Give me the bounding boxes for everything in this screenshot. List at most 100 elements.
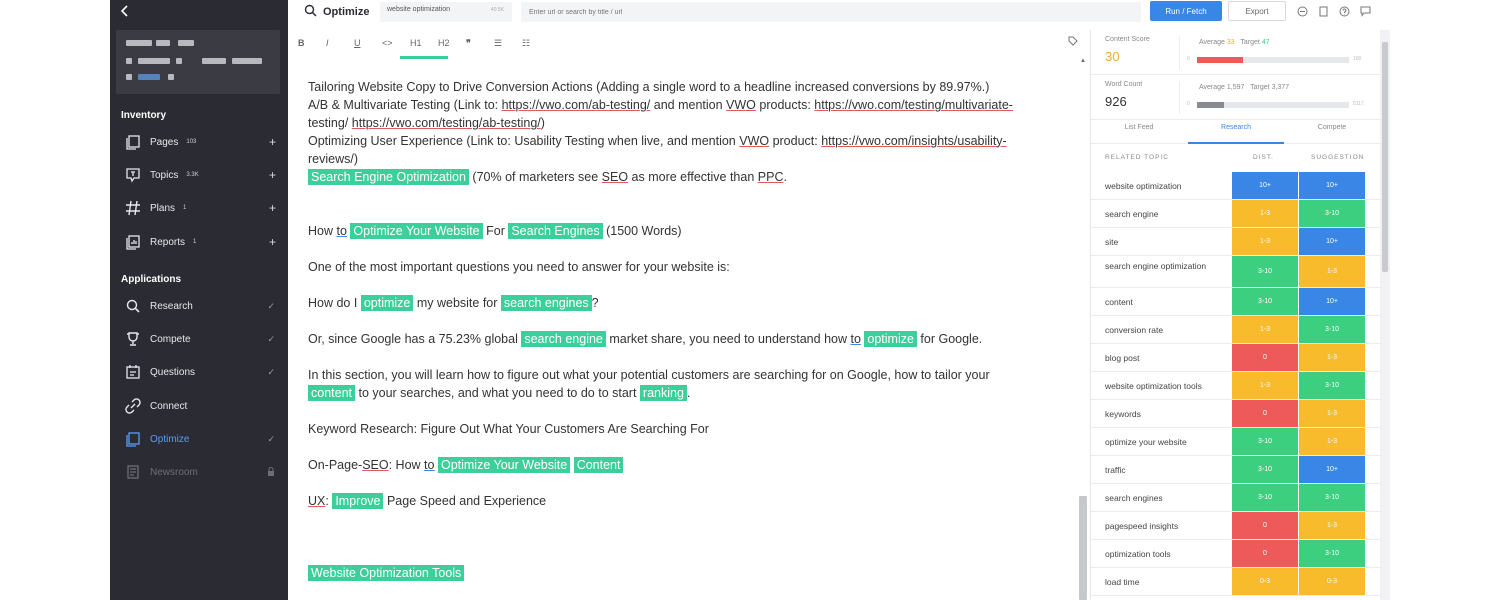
sidebar-item-label: Newsroom [150, 466, 198, 478]
table-row[interactable]: optimize your website 3-10 1-3 [1091, 428, 1380, 456]
export-button[interactable]: Export [1228, 1, 1286, 21]
table-row[interactable]: content 3-10 10+ [1091, 288, 1380, 316]
keyword-highlight[interactable]: Optimize Your Website [437, 457, 571, 473]
bold-icon[interactable]: B [298, 38, 326, 48]
scrollbar-thumb[interactable] [1382, 42, 1388, 272]
add-topic-icon[interactable]: + [269, 168, 276, 182]
chat-icon[interactable] [1359, 5, 1371, 17]
sidebar-item-questions[interactable]: Questions ✓ [110, 358, 288, 386]
table-row[interactable]: search engines 3-10 3-10 [1091, 484, 1380, 512]
text-run: product: [769, 134, 822, 148]
text-run: How [308, 224, 337, 238]
sidebar-item-compete[interactable]: Compete ✓ [110, 325, 288, 353]
run-fetch-button[interactable]: Run / Fetch [1150, 1, 1222, 21]
target-value: 3,377 [1271, 84, 1290, 91]
redacted-text [138, 58, 170, 64]
content-editor[interactable]: Tailoring Website Copy to Drive Conversi… [288, 56, 1078, 600]
table-row[interactable]: search engine 1-3 3-10 [1091, 200, 1380, 228]
keyword-highlight[interactable]: ranking [639, 385, 687, 401]
divider [1179, 36, 1180, 69]
newsroom-icon [124, 463, 142, 481]
keyword-highlight[interactable]: content [308, 385, 356, 401]
text-run: (70% of marketers see [468, 170, 602, 184]
add-page-icon[interactable]: + [269, 135, 276, 149]
help-icon[interactable] [1338, 5, 1350, 17]
keyword-highlight[interactable]: search engines [500, 295, 592, 311]
heading2-icon[interactable]: H2 [438, 38, 466, 48]
link-icon [124, 397, 142, 415]
table-header: RELATED TOPIC DIST. SUGGESTION [1091, 150, 1380, 166]
minus-circle-icon[interactable] [1296, 5, 1308, 17]
sidebar-item-connect[interactable]: Connect [110, 392, 288, 420]
keyword-highlight[interactable]: Search Engines [508, 223, 603, 239]
heading1-icon[interactable]: H1 [410, 38, 438, 48]
back-chevron-icon[interactable] [118, 4, 138, 22]
keyword-highlight[interactable]: optimize [360, 295, 414, 311]
add-report-icon[interactable]: + [269, 235, 276, 249]
bullet-list-icon[interactable]: ☷ [522, 38, 550, 49]
keyword-highlight[interactable]: Search Engine Optimization [308, 169, 469, 185]
tab-research[interactable]: Research [1188, 124, 1284, 131]
suggestion-cell: 1-3 [1299, 428, 1365, 455]
keyword-highlight[interactable]: Optimize Your Website [350, 223, 483, 239]
keyword-highlight[interactable]: optimize [864, 331, 917, 347]
suggestion-cell: 1-3 [1299, 256, 1365, 287]
scroll-up-icon[interactable]: ▲ [1080, 58, 1086, 64]
check-icon: ✓ [267, 366, 275, 377]
distribution-cell: 1-3 [1232, 372, 1298, 399]
keyword-highlight[interactable]: Content [573, 457, 624, 473]
metric-average: Average 1,597 Target 3,377 [1199, 84, 1289, 91]
tab-list-feed[interactable]: List Feed [1091, 124, 1187, 131]
sidebar-item-plans[interactable]: Plans 1 + [110, 194, 288, 222]
tab-compete[interactable]: Compete [1284, 124, 1380, 131]
table-row[interactable]: traffic 3-10 10+ [1091, 456, 1380, 484]
table-row[interactable]: blog post 0 1-3 [1091, 344, 1380, 372]
table-row[interactable]: website optimization tools 1-3 3-10 [1091, 372, 1380, 400]
sidebar-item-optimize[interactable]: Optimize ✓ [110, 425, 288, 453]
text-run: to [336, 224, 347, 238]
keyword-highlight[interactable]: search engine [521, 331, 606, 347]
scrollbar-thumb[interactable] [1079, 496, 1087, 600]
underline-icon[interactable]: U [354, 38, 382, 48]
table-row[interactable]: pagespeed insights 0 1-3 [1091, 512, 1380, 540]
italic-icon[interactable]: I [326, 38, 354, 48]
sidebar-item-research[interactable]: Research ✓ [110, 292, 288, 320]
code-icon[interactable]: <> [382, 38, 410, 48]
keyword-highlight[interactable]: Website Optimization Tools [308, 565, 465, 581]
link[interactable]: https://vwo.com/ab-testing/ [502, 98, 651, 112]
url-search-input[interactable] [521, 2, 1141, 22]
keyword-selector[interactable]: website optimization 40.5K [380, 2, 512, 22]
text-run: VWO [739, 134, 770, 148]
ordered-list-icon[interactable]: ☰ [494, 38, 522, 49]
range-max: 5117 [1353, 101, 1364, 107]
text-run: testing/ [308, 116, 349, 130]
text-run: to your searches, and what you need to d… [355, 386, 640, 400]
document-icon[interactable] [1317, 5, 1329, 17]
distribution-cell: 3-10 [1232, 428, 1298, 455]
link[interactable]: https://vwo.com/testing/ab-testing/ [352, 116, 541, 130]
sidebar-item-reports[interactable]: Reports 1 + [110, 228, 288, 256]
table-row[interactable]: keywords 0 1-3 [1091, 400, 1380, 428]
score-progress-fill [1197, 57, 1243, 63]
paragraph: reviews/) [308, 152, 359, 166]
panel-scrollbar[interactable] [1380, 30, 1390, 600]
quote-icon[interactable]: ❞ [466, 38, 494, 49]
tag-icon[interactable] [1068, 36, 1080, 48]
divider [1179, 81, 1180, 114]
table-row[interactable]: site 1-3 10+ [1091, 228, 1380, 256]
link[interactable]: https://vwo.com/insights/usability- [821, 134, 1007, 148]
table-row[interactable]: load time 0-3 0-3 [1091, 568, 1380, 596]
suggestion-cell: 1-3 [1299, 512, 1365, 539]
editor-scrollbar[interactable]: ▲ [1078, 56, 1088, 600]
table-row[interactable]: website optimization 10+ 10+ [1091, 172, 1380, 200]
link[interactable]: https://vwo.com/testing/multivariate- [814, 98, 1013, 112]
keyword-highlight[interactable]: Improve [332, 493, 384, 509]
table-row[interactable]: conversion rate 1-3 3-10 [1091, 316, 1380, 344]
sidebar-item-pages[interactable]: Pages 103 + [110, 128, 288, 156]
sidebar-item-newsroom[interactable]: Newsroom [110, 458, 288, 486]
table-row[interactable]: search engine optimization 3-10 1-3 [1091, 256, 1380, 288]
add-plan-icon[interactable]: + [269, 201, 276, 215]
sidebar-item-topics[interactable]: Topics 3.3K + [110, 161, 288, 189]
table-row[interactable]: optimization tools 0 3-10 [1091, 540, 1380, 568]
account-switcher[interactable] [116, 30, 280, 94]
